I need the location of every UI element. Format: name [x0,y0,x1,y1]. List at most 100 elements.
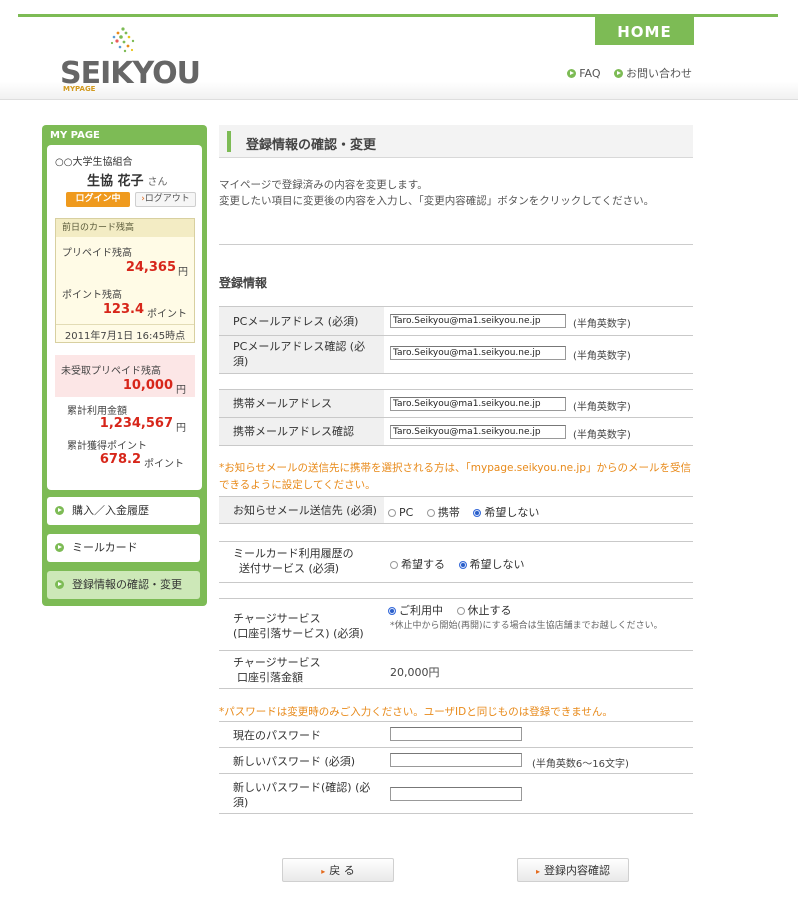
arrow-circle-icon [55,506,64,515]
seikyou-logo[interactable]: SEIKYOU MYPAGE [60,26,201,94]
row-divider [219,650,693,651]
row-divider [219,445,693,446]
notify-option-none[interactable]: 希望しない [473,506,539,519]
arrow-circle-icon [614,69,623,78]
charge-option-active[interactable]: ご利用中 [388,604,443,617]
charge-radio-group: ご利用中 休止する [388,602,522,618]
row-divider [219,721,693,722]
confirm-label: 登録内容確認 [544,864,610,877]
meal-label-line-1: ミールカード利用履歴の [233,547,354,560]
radio-icon [426,509,435,517]
current-password-label: 現在のパスワード [233,729,321,742]
page-title: 登録情報の確認・変更 [246,138,377,153]
faq-label: FAQ [579,67,601,80]
mobile-mail-hint: (半角英数字) [573,402,631,413]
total-points-value: 678.2 [99,452,141,467]
new-password-input[interactable] [390,753,522,767]
notify-label: お知らせメール送信先 (必須) [219,497,384,523]
row-divider [219,598,693,599]
new-password-label: 新しいパスワード (必須) [233,755,356,768]
meal-radio-group: 希望する 希望しない [390,556,535,572]
intro-line-2: 変更したい項目に変更後の内容を入力し、「変更内容確認」ボタンをクリックしてくださ… [219,195,655,207]
charge-amount-value: 20,000円 [390,666,440,679]
contact-link[interactable]: お問い合わせ [614,67,692,80]
site-header: HOME SEIKYOU MYPAGE FAQ お問い合わせ [0,0,798,100]
user-name: 生協 花子 さん [87,170,168,189]
notify-option-mobile[interactable]: 携帯 [426,506,460,519]
nav-label: ミールカード [72,541,138,554]
back-button[interactable]: ▸ 戻 る [282,858,394,882]
row-divider [219,773,693,774]
nav-meal-card[interactable]: ミールカード [47,534,200,562]
charge-amount-label-line-1: チャージサービス [233,656,321,669]
unreceived-unit: 円 [176,385,186,396]
card-date: 2011年7月1日 16:45時点 [56,324,194,342]
nav-label: 購入／入金履歴 [72,504,149,517]
pc-mail-confirm-label: PCメールアドレス確認 (必須) [219,336,384,373]
charge-option-label: ご利用中 [399,604,443,617]
prepaid-label: プリペイド残高 [62,248,132,259]
user-name-text: 生協 花子 [87,174,144,189]
charge-option-pause[interactable]: 休止する [456,604,512,617]
point-label: ポイント残高 [62,290,122,301]
meal-label: ミールカード利用履歴の 送付サービス (必須) [219,546,384,580]
new-password-hint: (半角英数6～16文字) [532,759,629,770]
point-value: 123.4 [102,302,144,317]
new-password-confirm-label: 新しいパスワード(確認) (必須) [233,781,371,809]
row-divider [219,541,693,542]
notify-option-label: 希望しない [484,506,540,519]
nav-registration-info[interactable]: 登録情報の確認・変更 [47,571,200,599]
logo-subtext: MYPAGE [63,85,96,93]
pc-mail-confirm-input[interactable] [390,346,566,360]
notify-radio-group: PC 携帯 希望しない [388,504,549,520]
unreceived-value: 10,000 [122,378,173,393]
meal-option-label: 希望する [401,558,445,571]
charge-label: チャージサービス (口座引落サービス) (必須) [219,611,384,645]
radio-selected-icon [388,607,396,615]
notify-option-label: PC [399,506,414,519]
back-label: 戻 る [329,864,355,877]
mobile-mail-input[interactable] [390,397,566,411]
notify-option-pc[interactable]: PC [388,506,413,519]
pc-mail-hint: (半角英数字) [573,319,631,330]
pc-mail-input[interactable] [390,314,566,328]
row-divider [219,373,693,374]
logout-button[interactable]: ›ログアウト [135,192,196,207]
confirm-button[interactable]: ▸ 登録内容確認 [517,858,629,882]
meal-label-line-2: 送付サービス (必須) [239,562,340,575]
intro-line-1: マイページで登録済みの内容を変更します。 [219,179,428,191]
card-balance-header: 前日のカード残高 [56,219,194,237]
meal-option-no[interactable]: 希望しない [458,558,525,571]
prepaid-unit: 円 [178,267,188,278]
total-used-value: 1,234,567 [99,416,173,431]
logo-dots-icon [110,27,135,53]
title-accent [227,131,231,152]
meal-option-yes[interactable]: 希望する [390,558,445,571]
mobile-mail-confirm-label: 携帯メールアドレス確認 [219,418,384,445]
nav-purchase-history[interactable]: 購入／入金履歴 [47,497,200,525]
charge-label-line-1: チャージサービス [233,612,321,625]
point-unit: ポイント [147,309,187,320]
section-title: 登録情報 [219,276,268,290]
arrow-circle-icon [55,580,64,589]
faq-link[interactable]: FAQ [567,67,601,80]
radio-icon [390,561,398,569]
charge-label-line-2: (口座引落サービス) (必須) [233,627,364,640]
radio-icon [388,509,396,517]
new-password-confirm-input[interactable] [390,787,522,801]
home-button[interactable]: HOME [595,17,694,45]
notice-mobile: *お知らせメールの送信先に携帯を選択される方は、「mypage.seikyou.… [219,462,692,491]
page-title-bar: 登録情報の確認・変更 [219,125,693,158]
meal-option-label: 希望しない [469,558,525,571]
divider [219,244,693,245]
pc-mail-confirm-hint: (半角英数字) [573,351,631,362]
pc-mail-label: PCメールアドレス (必須) [219,307,384,335]
mobile-mail-confirm-input[interactable] [390,425,566,439]
radio-icon [456,607,465,615]
current-password-input[interactable] [390,727,522,741]
nav-label: 登録情報の確認・変更 [72,578,182,591]
arrow-circle-icon [55,543,64,552]
header-links: FAQ お問い合わせ [557,65,692,81]
card-balance-box: 前日のカード残高 プリペイド残高 24,365 円 ポイント残高 123.4 ポ… [55,218,195,343]
unreceived-label: 未受取プリペイド残高 [61,366,161,377]
